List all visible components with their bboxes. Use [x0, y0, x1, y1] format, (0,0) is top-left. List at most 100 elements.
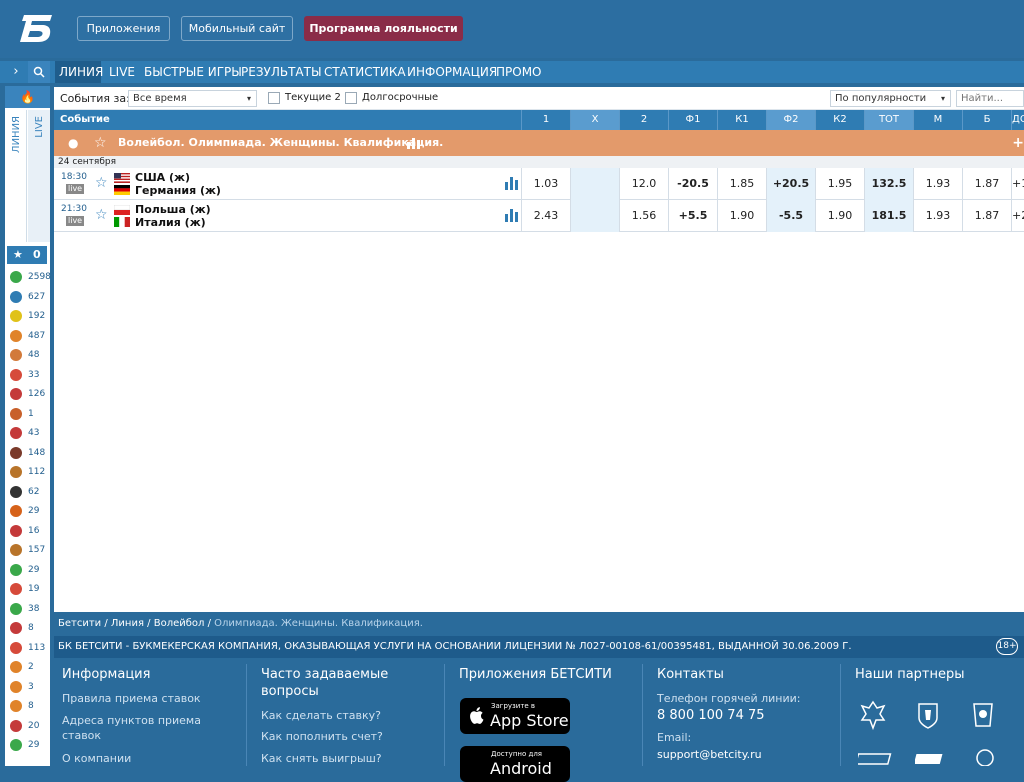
star-icon[interactable]: ☆ [94, 130, 107, 156]
sport-item[interactable]: 29 [8, 736, 50, 755]
sport-item[interactable]: 148 [8, 444, 50, 463]
sport-item[interactable]: 113 [8, 639, 50, 658]
app-store-button[interactable]: Загрузите в App Store [460, 698, 570, 734]
odds-cell[interactable]: +5.5 [668, 200, 717, 232]
mobile-site-button[interactable]: Мобильный сайт [181, 16, 293, 41]
column-header[interactable]: 2 [619, 110, 668, 130]
sport-item[interactable]: 43 [8, 424, 50, 443]
odds-cell[interactable]: 1.93 [913, 200, 962, 232]
club-logo[interactable] [970, 700, 996, 730]
odds-cell[interactable]: 1.87 [962, 200, 1011, 232]
odds-cell[interactable]: 1.56 [619, 200, 668, 232]
column-header[interactable]: Ф2 [766, 110, 815, 130]
search-input[interactable] [956, 90, 1024, 107]
breadcrumb-sport[interactable]: Волейбол [154, 618, 205, 629]
odds-cell[interactable]: -5.5 [766, 200, 815, 232]
sport-item[interactable]: 19 [8, 580, 50, 599]
betcity-logo[interactable] [18, 12, 54, 44]
stats-icon[interactable] [407, 130, 421, 159]
sport-item[interactable]: 1 [8, 405, 50, 424]
column-header[interactable]: Б [962, 110, 1011, 130]
nav-results[interactable]: РЕЗУЛЬТАТЫ [241, 61, 322, 83]
liverpool-logo[interactable] [915, 700, 941, 730]
odds-cell[interactable]: -20.5 [668, 168, 717, 200]
sport-item[interactable]: 8 [8, 619, 50, 638]
team-away[interactable]: Италия (ж) [135, 216, 206, 229]
nav-statistics[interactable]: СТАТИСТИКА [324, 61, 406, 83]
star-icon[interactable]: ☆ [95, 175, 108, 191]
sport-item[interactable]: 3 [8, 678, 50, 697]
sport-item[interactable]: 48 [8, 346, 50, 365]
odds-cell[interactable]: 12.0 [619, 168, 668, 200]
tab-live[interactable]: LIVE [28, 110, 50, 242]
link-about[interactable]: О компании [62, 751, 131, 766]
favorites-button[interactable]: ★ 0 [7, 246, 47, 264]
longterm-checkbox[interactable] [345, 92, 357, 104]
sport-item[interactable]: 8 [8, 697, 50, 716]
column-header[interactable]: Ф1 [668, 110, 717, 130]
odds-cell[interactable]: 1.85 [717, 168, 766, 200]
sport-item[interactable]: 157 [8, 541, 50, 560]
sport24-logo[interactable] [858, 752, 892, 766]
sport-item[interactable]: 487 [8, 327, 50, 346]
rfs-eagle-logo[interactable] [860, 700, 886, 730]
rb-logo[interactable] [915, 752, 945, 766]
column-header[interactable]: ДО [1011, 110, 1024, 130]
odds-cell[interactable]: 1.93 [913, 168, 962, 200]
column-header[interactable]: К1 [717, 110, 766, 130]
sport-item[interactable]: 2 [8, 658, 50, 677]
sport-item[interactable]: 192 [8, 307, 50, 326]
team-home[interactable]: США (ж) [135, 171, 190, 184]
sport-item[interactable]: 112 [8, 463, 50, 482]
period-select[interactable]: Все время ▾ [128, 90, 257, 107]
odds-cell[interactable]: 1.90 [815, 200, 864, 232]
odds-cell[interactable]: 132.5 [864, 168, 913, 200]
hotline-phone[interactable]: 8 800 100 74 75 [657, 708, 765, 723]
nav-promo[interactable]: ПРОМО [496, 61, 542, 83]
odds-cell[interactable]: +20.5 [766, 168, 815, 200]
chevron-right-icon[interactable]: › [5, 61, 27, 83]
sport-item[interactable]: 29 [8, 502, 50, 521]
mtta-logo[interactable] [975, 748, 995, 766]
odds-cell[interactable] [570, 168, 619, 200]
nav-line[interactable]: ЛИНИЯ [55, 61, 103, 83]
odds-cell[interactable]: 1.87 [962, 168, 1011, 200]
odds-cell[interactable]: +2 [1011, 200, 1024, 232]
search-icon[interactable] [28, 61, 50, 83]
column-header[interactable]: ТОТ [864, 110, 913, 130]
nav-fast-games[interactable]: БЫСТРЫЕ ИГРЫ [144, 61, 242, 83]
nav-live[interactable]: LIVE [109, 61, 135, 83]
sport-item[interactable]: 20 [8, 717, 50, 736]
sport-item[interactable]: 16 [8, 522, 50, 541]
column-header[interactable]: X [570, 110, 619, 130]
link-how-deposit[interactable]: Как пополнить счет? [261, 729, 383, 744]
odds-cell[interactable]: 1.95 [815, 168, 864, 200]
stats-icon[interactable] [505, 176, 519, 190]
stats-icon[interactable] [505, 208, 519, 222]
sport-item[interactable]: 38 [8, 600, 50, 619]
odds-cell[interactable]: +1 [1011, 168, 1024, 200]
team-away[interactable]: Германия (ж) [135, 184, 221, 197]
current-checkbox[interactable] [268, 92, 280, 104]
loyalty-program-button[interactable]: Программа лояльности [304, 16, 463, 41]
link-points[interactable]: Адреса пунктов приема ставок [62, 713, 212, 743]
sport-item[interactable]: 627 [8, 288, 50, 307]
sport-item[interactable]: 2598 [8, 268, 51, 287]
odds-cell[interactable]: 1.90 [717, 200, 766, 232]
league-header[interactable]: ● ☆ Волейбол. Олимпиада. Женщины. Квалиф… [54, 130, 1024, 156]
nav-information[interactable]: ИНФОРМАЦИЯ [407, 61, 497, 83]
tab-line[interactable]: ЛИНИЯ [5, 110, 27, 242]
column-header[interactable]: К2 [815, 110, 864, 130]
sport-item[interactable]: 62 [8, 483, 50, 502]
sport-item[interactable]: 33 [8, 366, 50, 385]
sport-item[interactable]: 29 [8, 561, 50, 580]
odds-cell[interactable]: 1.03 [521, 168, 570, 200]
odds-cell[interactable]: 2.43 [521, 200, 570, 232]
odds-cell[interactable]: 181.5 [864, 200, 913, 232]
breadcrumb-line[interactable]: Линия [111, 618, 144, 629]
sort-select[interactable]: По популярности ▾ [830, 90, 951, 107]
link-bet-rules[interactable]: Правила приема ставок [62, 691, 201, 706]
fire-icon[interactable]: 🔥 [5, 86, 50, 108]
team-home[interactable]: Польша (ж) [135, 203, 211, 216]
expand-icon[interactable]: + [1012, 130, 1024, 156]
